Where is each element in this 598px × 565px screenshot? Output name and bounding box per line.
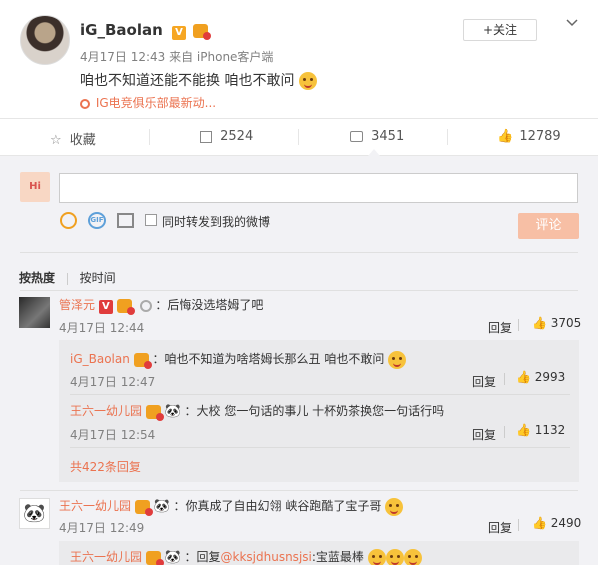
post-text-body: 咱也不知道还能不能换 咱也不敢问 <box>80 73 295 89</box>
panda-icon: 🐼 <box>153 498 170 514</box>
post-source-text: IG电竞俱乐部最新动... <box>95 96 217 110</box>
chevron-down-icon[interactable] <box>565 16 579 30</box>
reply-body: :宝蓝最棒 <box>311 550 364 564</box>
reply-reply-button[interactable]: 回复 <box>472 426 496 443</box>
repost-button[interactable]: 2524 <box>200 129 253 144</box>
comment-count: 3451 <box>371 129 405 144</box>
medal-icon <box>139 299 152 312</box>
favorite-label: 收藏 <box>69 133 96 148</box>
reply-label: 回复 <box>488 521 513 535</box>
commenter-name[interactable]: 王六一幼儿园 <box>59 499 131 513</box>
post-source-link[interactable]: IG电竞俱乐部最新动... <box>80 94 216 111</box>
vip-crown-icon <box>145 550 164 565</box>
comment-input[interactable] <box>59 173 578 203</box>
post-text: 咱也不知道还能不能换 咱也不敢问 <box>80 70 317 90</box>
submit-label: 评论 <box>535 218 562 233</box>
comment-like-count: 3705 <box>550 316 582 330</box>
comment-body: ：你真成了自由幻翎 峡谷跑酷了宝子哥 <box>173 499 382 513</box>
comment-icon <box>350 131 363 142</box>
reply-label: 回复 <box>472 375 497 389</box>
reply-author[interactable]: iG_Baolan <box>70 352 130 366</box>
laugh-emoji-icon <box>385 497 404 516</box>
reply-prefix: ：回复 <box>184 550 221 564</box>
repost-checkbox[interactable] <box>145 214 157 226</box>
comment-body: ：后悔没选塔姆了吧 <box>155 298 264 312</box>
thumbs-up-icon: 👍 <box>516 423 531 437</box>
comment-like-button[interactable]: 👍 3705 <box>532 316 581 330</box>
image-icon[interactable] <box>117 213 134 228</box>
repost-checkbox-label: 同时转发到我的微博 <box>162 215 271 229</box>
post-author-avatar[interactable] <box>20 15 70 65</box>
like-count: 12789 <box>519 129 561 144</box>
reply-like-count: 1132 <box>534 423 566 437</box>
reply-label: 回复 <box>472 428 497 442</box>
reply-label: 回复 <box>488 321 513 335</box>
action-bar: ☆ 收藏 2524 3451 👍 12789 <box>0 118 598 156</box>
composer-avatar-text: Hi <box>29 181 41 192</box>
commenter-avatar[interactable] <box>19 297 50 328</box>
comment-like-button[interactable]: 👍 2490 <box>532 516 581 530</box>
heart-eyes-emoji-icon <box>385 548 404 565</box>
reply-text: iG_Baolan ：咱也不知道为啥塔姆长那么丑 咱也不敢问 <box>70 350 407 369</box>
comment-like-count: 2490 <box>550 516 582 530</box>
sort-time-tab[interactable]: 按时间 <box>80 271 116 285</box>
reply-body: ：咱也不知道为啥塔姆长那么丑 咱也不敢问 <box>152 352 385 366</box>
composer-avatar: Hi <box>20 172 50 202</box>
comment-text: 管泽元 V ：后悔没选塔姆了吧 <box>59 296 264 315</box>
mention-link[interactable]: @kksjdhusnsjsi <box>221 550 312 564</box>
like-button[interactable]: 👍 12789 <box>497 129 561 144</box>
more-replies-link[interactable]: 共422条回复 <box>70 458 141 475</box>
reply-reply-button[interactable]: 回复 <box>472 373 496 390</box>
thumbs-up-icon: 👍 <box>532 516 547 530</box>
comment-button[interactable]: 3451 <box>350 129 404 144</box>
comment-reply-button[interactable]: 回复 <box>488 319 512 336</box>
laugh-emoji-icon <box>298 72 317 90</box>
verified-badge-icon: V <box>98 300 113 314</box>
reply-like-button[interactable]: 👍 2993 <box>516 370 565 384</box>
thumbs-up-icon: 👍 <box>532 316 547 330</box>
reply-body: ：大校 您一句话的事儿 十杯奶茶换您一句话行吗 <box>184 404 445 418</box>
thumbs-up-icon: 👍 <box>497 129 514 144</box>
post-author-name[interactable]: iG_Baolan <box>80 21 163 39</box>
reply-author[interactable]: 王六一幼儿园 <box>70 404 142 418</box>
vip-crown-icon <box>193 23 212 40</box>
submit-comment-button[interactable]: 评论 <box>518 213 579 239</box>
reply-like-button[interactable]: 👍 1132 <box>516 423 565 437</box>
verified-badge-icon: V <box>172 26 186 40</box>
post-meta: 4月17日 12:43 来自 iPhone客户端 <box>80 50 274 64</box>
reply-like-count: 2993 <box>534 370 566 384</box>
comment-time: 4月17日 12:49 <box>59 521 145 535</box>
vip-crown-icon <box>134 499 153 516</box>
reply-time: 4月17日 12:54 <box>70 428 156 442</box>
vip-crown-icon <box>116 298 135 315</box>
vip-crown-icon <box>145 404 164 421</box>
emoji-icon[interactable] <box>60 212 77 229</box>
crying-emoji-icon <box>388 350 407 369</box>
comment-reply-button[interactable]: 回复 <box>488 519 512 536</box>
comment-text: 王六一幼儿园 🐼 ：你真成了自由幻翎 峡谷跑酷了宝子哥 <box>59 497 404 516</box>
comment-time: 4月17日 12:44 <box>59 321 145 335</box>
heart-eyes-emoji-icon <box>403 548 422 565</box>
repost-icon <box>200 130 212 143</box>
reply-time: 4月17日 12:47 <box>70 375 156 389</box>
reply-text: 王六一幼儿园 🐼 ：回复@kksjdhusnsjsi:宝蓝最棒 <box>70 548 422 565</box>
follow-button-label: +关注 <box>482 23 518 37</box>
vip-crown-icon <box>133 352 152 369</box>
active-tab-arrow <box>368 149 380 156</box>
gif-icon[interactable]: GIF <box>88 212 106 229</box>
heart-eyes-emoji-icon <box>367 548 386 565</box>
follow-button[interactable]: +关注 <box>463 19 537 41</box>
panda-icon: 🐼 <box>164 403 181 419</box>
star-icon: ☆ <box>50 133 62 148</box>
reply-text: 王六一幼儿园 🐼 ：大校 您一句话的事儿 十杯奶茶换您一句话行吗 <box>70 402 445 421</box>
thumbs-up-icon: 👍 <box>516 370 531 384</box>
reply-author[interactable]: 王六一幼儿园 <box>70 550 142 564</box>
favorite-button[interactable]: ☆ 收藏 <box>50 129 96 148</box>
panda-icon: 🐼 <box>164 549 181 565</box>
sort-hot-tab[interactable]: 按热度 <box>19 271 55 285</box>
repost-count: 2524 <box>220 129 254 144</box>
commenter-avatar[interactable]: 🐼 <box>19 498 50 529</box>
source-icon <box>80 98 90 109</box>
commenter-name[interactable]: 管泽元 <box>59 298 95 312</box>
